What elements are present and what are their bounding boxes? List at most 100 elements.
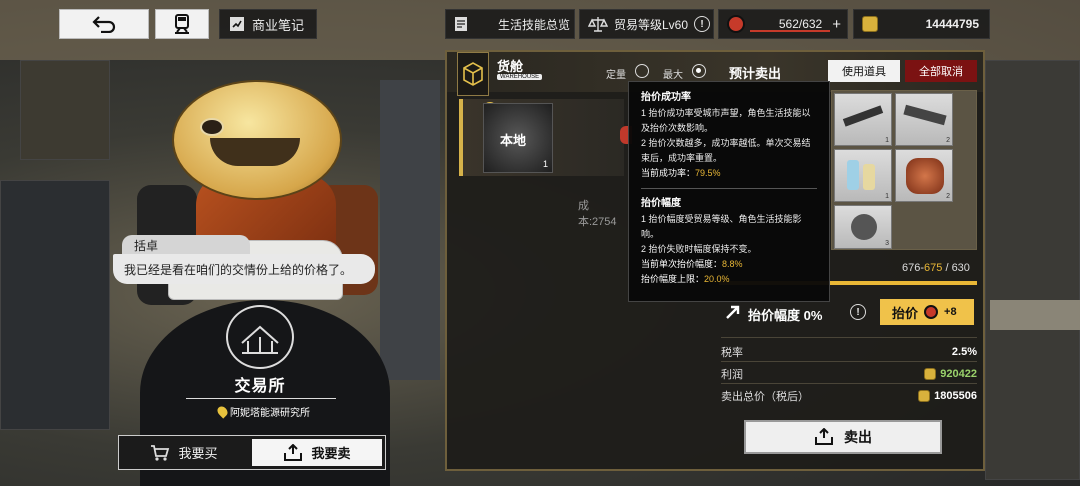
total-row: 卖出总价（税后） 1805506 [721, 388, 977, 404]
cargo-item-cost: 成本:2754 [578, 200, 617, 228]
goods-qty: 3 [885, 240, 889, 247]
sell-button[interactable]: 卖出 [744, 420, 942, 454]
goods-slot[interactable]: 1 [834, 149, 892, 202]
buy-tab[interactable]: 我要买 [119, 436, 249, 469]
pipe-right [990, 300, 1080, 330]
machine-left [0, 180, 110, 430]
goods-qty: 1 [885, 137, 889, 144]
back-arrow-icon [92, 16, 116, 33]
stamina-icon [924, 305, 939, 319]
cart-icon [151, 444, 170, 461]
raise-arrow-icon [726, 305, 740, 319]
tooltip-success-line2: 2 抬价次数越多，成功率越低。单次交易结束后，成功率重置。 [641, 138, 811, 163]
add-stamina-icon[interactable]: + [832, 16, 847, 33]
tooltip-range-line1: 1 抬价幅度受贸易等级、角色生活技能影响。 [641, 214, 802, 239]
location-label: 阿妮塔能源研究所 [230, 408, 310, 419]
metal-parts-icon [903, 104, 947, 126]
goods-grid: 1 2 1 2 3 [831, 90, 977, 250]
life-skills-button[interactable]: 生活技能总览 [445, 9, 575, 39]
goods-qty: 2 [946, 193, 950, 200]
stamina-bar [750, 30, 830, 32]
scales-icon [588, 15, 608, 33]
raise-label-text: 抬价幅度 [748, 308, 801, 323]
tooltip-success-line1: 1 抬价成功率受城市声望，角色生活技能以及抬价次数影响。 [641, 108, 811, 133]
stamina-icon [727, 15, 745, 33]
fixed-qty-radio[interactable] [635, 64, 649, 78]
location-pin-icon [215, 404, 230, 419]
sell-tab[interactable]: 我要卖 [252, 439, 382, 466]
exchange-emblem-icon [226, 305, 294, 369]
trade-level-display[interactable]: 贸易等级Lv60 ! [579, 9, 714, 39]
goods-slot[interactable]: 1 [834, 93, 892, 146]
business-notes-button[interactable]: 商业笔记 [219, 9, 317, 39]
raise-cost: +8 [944, 306, 957, 318]
profit-value: 920422 [940, 368, 977, 380]
tooltip-success-current-label: 当前成功率： [641, 168, 696, 178]
cargo-item-qty: 1 [542, 159, 548, 169]
divider [186, 398, 336, 399]
life-skills-label: 生活技能总览 [498, 17, 571, 32]
station-location: 阿妮塔能源研究所 [215, 404, 310, 419]
money-display: 14444795 [853, 9, 990, 39]
sell-tab-label: 我要卖 [311, 446, 351, 461]
use-item-button[interactable]: 使用道具 [828, 60, 900, 82]
business-notes-label: 商业笔记 [252, 17, 305, 33]
tax-label: 税率 [721, 347, 743, 359]
warehouse-icon [457, 52, 489, 96]
trade-level-label: 贸易等级Lv60 [614, 17, 689, 32]
coin-icon [918, 390, 931, 402]
tooltip-divider [641, 188, 817, 189]
goods-slot[interactable]: 3 [834, 205, 892, 249]
dialog-text: 我已经是看在咱们的交情份上给的价格了。 [113, 254, 375, 284]
upload-box-icon [284, 443, 303, 461]
coin-icon [862, 16, 878, 32]
presale-title: 预计卖出 [729, 66, 782, 81]
tooltip-success-current: 当前成功率：79.5% [641, 166, 817, 181]
goods-qty: 1 [885, 193, 889, 200]
bottles-icon [847, 160, 859, 190]
raise-info-tooltip: 抬价成功率 1 抬价成功率受城市声望，角色生活技能以及抬价次数影响。 2 抬价次… [628, 81, 830, 302]
tooltip-range-cap-value: 20.0% [704, 274, 730, 284]
info-icon[interactable]: ! [694, 16, 711, 32]
upload-box-icon [815, 428, 833, 445]
tooltip-range-current-label: 当前单次抬价幅度： [641, 259, 723, 269]
jar-icon [906, 158, 944, 194]
bottle-shape [863, 164, 875, 190]
cargo-item-name: 本地 [500, 133, 527, 148]
cargo-thumbnail: 本地 1 [483, 103, 553, 173]
speaker-name: 括卓 [122, 235, 250, 255]
max-qty-radio[interactable] [692, 64, 706, 78]
raise-value: 0% [803, 308, 823, 323]
capacity-projected: 675 [924, 262, 943, 274]
stamina-display[interactable]: 562/632 + [718, 9, 848, 39]
raise-button-label: 抬价 [892, 305, 919, 321]
max-qty-label: 最大 [663, 70, 683, 81]
goods-slot[interactable]: 2 [895, 93, 953, 146]
stamina-value: 562/632 [778, 17, 823, 31]
tax-row: 税率 2.5% [721, 344, 977, 360]
money-value: 14444795 [925, 17, 979, 31]
machine-top-left [20, 60, 110, 160]
tax-value: 2.5% [951, 346, 977, 358]
cancel-all-button[interactable]: 全部取消 [905, 60, 977, 82]
coin-icon [924, 368, 937, 380]
train-button[interactable] [155, 9, 209, 39]
tooltip-range-current: 当前单次抬价幅度：8.8% [641, 257, 817, 272]
tooltip-success-current-value: 79.5% [695, 168, 721, 178]
raise-price-button[interactable]: 抬价 +8 [880, 299, 974, 325]
goods-qty: 2 [946, 137, 950, 144]
total-value: 1805506 [934, 390, 977, 402]
tooltip-success-title: 抬价成功率 [641, 92, 691, 103]
capacity-max: 630 [951, 262, 970, 274]
capacity-current: 676 [902, 262, 921, 274]
tooltip-range-cap-label: 抬价幅度上限： [641, 274, 705, 284]
total-label: 卖出总价（税后） [721, 391, 809, 403]
buy-tab-label: 我要买 [178, 446, 218, 461]
divider [721, 383, 977, 384]
goods-slot[interactable]: 2 [895, 149, 953, 202]
raise-info-icon[interactable]: ! [850, 304, 866, 320]
tooltip-range-current-value: 8.8% [722, 259, 743, 269]
cargo-item-local[interactable]: ★ 本地 1 成本:2754 [459, 99, 624, 228]
back-button[interactable] [59, 9, 149, 39]
profit-row: 利润 920422 [721, 366, 977, 382]
